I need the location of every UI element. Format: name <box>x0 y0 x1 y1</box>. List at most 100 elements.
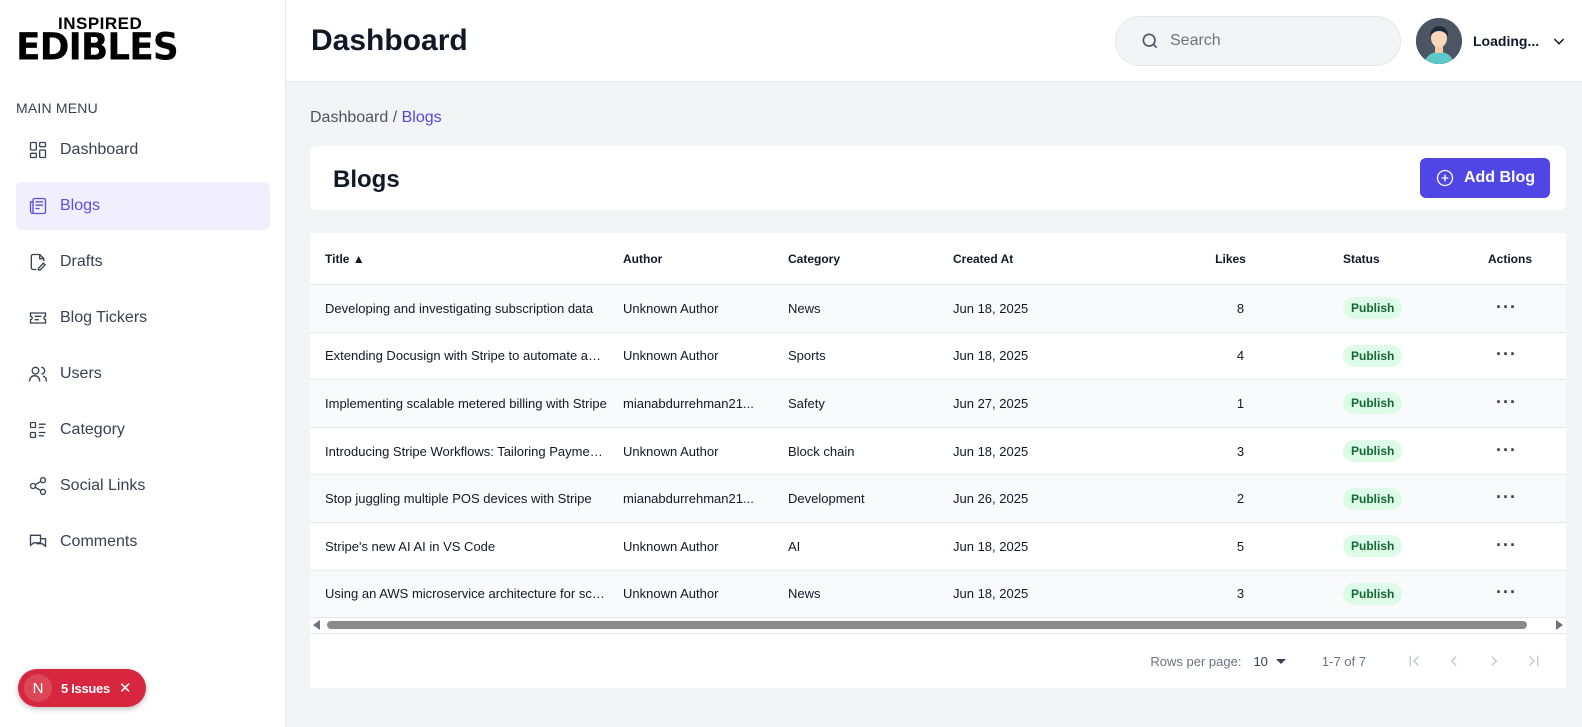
cell-actions: ··· <box>1448 301 1548 316</box>
cell-likes: 2 <box>1236 491 1245 507</box>
more-actions-icon[interactable]: ··· <box>1488 539 1517 554</box>
cell-actions: ··· <box>1448 491 1548 506</box>
pagination: Rows per page: 10 1-7 of 7 <box>310 633 1566 688</box>
column-title[interactable]: Title ▲ <box>310 252 623 266</box>
horizontal-scrollbar[interactable] <box>310 618 1566 632</box>
cell-likes: 1 <box>1236 395 1245 411</box>
table-body: Developing and investigating subscriptio… <box>310 285 1566 619</box>
table-row[interactable]: Developing and investigating subscriptio… <box>310 285 1566 333</box>
search-box[interactable] <box>1115 16 1401 66</box>
scroll-left-arrow-icon[interactable] <box>313 620 320 630</box>
table-row[interactable]: Introducing Stripe Workflows: Tailoring … <box>310 428 1566 476</box>
rows-per-page-value: 10 <box>1253 653 1268 669</box>
issues-label: 5 Issues <box>61 680 110 696</box>
cell-title: Stripe's new AI AI in VS Code <box>325 538 496 554</box>
cell-actions: ··· <box>1448 444 1548 459</box>
cell-likes: 5 <box>1236 538 1245 554</box>
next-page-button[interactable] <box>1482 649 1506 673</box>
more-actions-icon[interactable]: ··· <box>1488 301 1517 316</box>
sidebar-item-comments[interactable]: Comments <box>16 518 270 566</box>
status-badge: Publish <box>1343 297 1403 320</box>
sidebar-item-dashboard[interactable]: Dashboard <box>16 126 270 174</box>
issues-badge[interactable]: N 5 Issues ✕ <box>18 669 146 707</box>
breadcrumb-root[interactable]: Dashboard / <box>310 109 397 126</box>
prev-page-button[interactable] <box>1442 649 1466 673</box>
column-category[interactable]: Category <box>788 252 953 266</box>
scrollbar-thumb[interactable] <box>327 621 1527 629</box>
sidebar-item-label: Category <box>60 421 125 438</box>
cell-actions: ··· <box>1448 348 1548 363</box>
user-menu[interactable]: Loading... <box>1416 18 1567 64</box>
cell-status: Publish <box>1283 582 1448 605</box>
column-created-at[interactable]: Created At <box>953 252 1118 266</box>
cell-title: Stop juggling multiple POS devices with … <box>325 491 592 507</box>
rows-per-page-select[interactable]: 10 <box>1253 653 1286 669</box>
cell-author: mianabdurrehman21... <box>623 395 754 411</box>
sidebar-item-blogs[interactable]: Blogs <box>16 182 270 230</box>
share-icon <box>28 476 48 496</box>
cell-category: Block chain <box>788 443 855 459</box>
cell-title: Introducing Stripe Workflows: Tailoring … <box>325 443 608 459</box>
chevron-right-icon <box>1491 656 1498 666</box>
close-icon[interactable]: ✕ <box>119 679 132 697</box>
add-blog-label: Add Blog <box>1463 169 1536 186</box>
sidebar: INSPIRED EDIBLES MAIN MENU Dashboard Blo… <box>0 0 286 727</box>
status-badge: Publish <box>1343 535 1403 558</box>
sidebar-item-social-links[interactable]: Social Links <box>16 462 270 510</box>
column-actions: Actions <box>1488 251 1533 266</box>
issues-letter: N <box>24 674 52 702</box>
cell-actions: ··· <box>1448 586 1548 601</box>
cell-author: Unknown Author <box>623 586 719 602</box>
more-actions-icon[interactable]: ··· <box>1488 491 1517 506</box>
status-badge: Publish <box>1343 487 1403 510</box>
users-icon <box>28 364 48 384</box>
sidebar-item-users[interactable]: Users <box>16 350 270 398</box>
table-row[interactable]: Using an AWS microservice architecture f… <box>310 570 1566 619</box>
column-likes[interactable]: Likes <box>1118 252 1283 266</box>
chevron-down-icon[interactable] <box>1551 33 1567 49</box>
more-actions-icon[interactable]: ··· <box>1488 348 1517 363</box>
cell-category: News <box>788 586 821 602</box>
sidebar-item-category[interactable]: Category <box>16 406 270 454</box>
cell-title: Using an AWS microservice architecture f… <box>325 586 610 602</box>
cell-status: Publish <box>1283 392 1448 415</box>
status-badge: Publish <box>1343 344 1403 367</box>
sidebar-item-label: Blogs <box>60 197 101 214</box>
column-author[interactable]: Author <box>623 252 788 266</box>
sidebar-item-label: Dashboard <box>60 141 139 158</box>
more-actions-icon[interactable]: ··· <box>1488 444 1517 459</box>
first-page-button[interactable] <box>1402 649 1426 673</box>
sidebar-item-drafts[interactable]: Drafts <box>16 238 270 286</box>
table-row[interactable]: Implementing scalable metered billing wi… <box>310 380 1566 428</box>
column-status[interactable]: Status <box>1283 252 1448 266</box>
sidebar-item-label: Blog Tickers <box>60 309 148 326</box>
newspaper-icon <box>28 196 48 216</box>
page-range: 1-7 of 7 <box>1321 653 1366 669</box>
file-edit-icon <box>28 252 48 272</box>
table-row[interactable]: Stop juggling multiple POS devices with … <box>310 475 1566 523</box>
cell-category: News <box>788 300 821 316</box>
top-header: Dashboard Loading... <box>286 0 1582 82</box>
sidebar-item-blog-tickers[interactable]: Blog Tickers <box>16 294 270 342</box>
cell-created-at: Jun 18, 2025 <box>953 348 1029 364</box>
cell-author: Unknown Author <box>623 300 719 316</box>
cell-created-at: Jun 26, 2025 <box>953 491 1029 507</box>
cell-category: AI <box>788 538 801 554</box>
brand-logo[interactable]: INSPIRED EDIBLES <box>16 14 188 70</box>
cell-title: Extending Docusign with Stripe to automa… <box>325 348 623 364</box>
status-badge: Publish <box>1343 392 1403 415</box>
first-page-icon <box>1409 655 1419 667</box>
scroll-right-arrow-icon[interactable] <box>1556 620 1563 630</box>
table-row[interactable]: Extending Docusign with Stripe to automa… <box>310 333 1566 381</box>
user-name: Loading... <box>1473 33 1540 49</box>
table-row[interactable]: Stripe's new AI AI in VS Code Unknown Au… <box>310 523 1566 571</box>
more-actions-icon[interactable]: ··· <box>1488 396 1517 411</box>
ticket-icon <box>28 308 48 328</box>
more-actions-icon[interactable]: ··· <box>1488 586 1517 601</box>
page-title: Dashboard <box>311 24 468 57</box>
status-badge: Publish <box>1343 440 1403 463</box>
search-input[interactable] <box>1170 32 1370 50</box>
sidebar-item-label: Social Links <box>60 477 146 494</box>
add-blog-button[interactable]: Add Blog <box>1420 158 1550 198</box>
last-page-button[interactable] <box>1522 649 1546 673</box>
